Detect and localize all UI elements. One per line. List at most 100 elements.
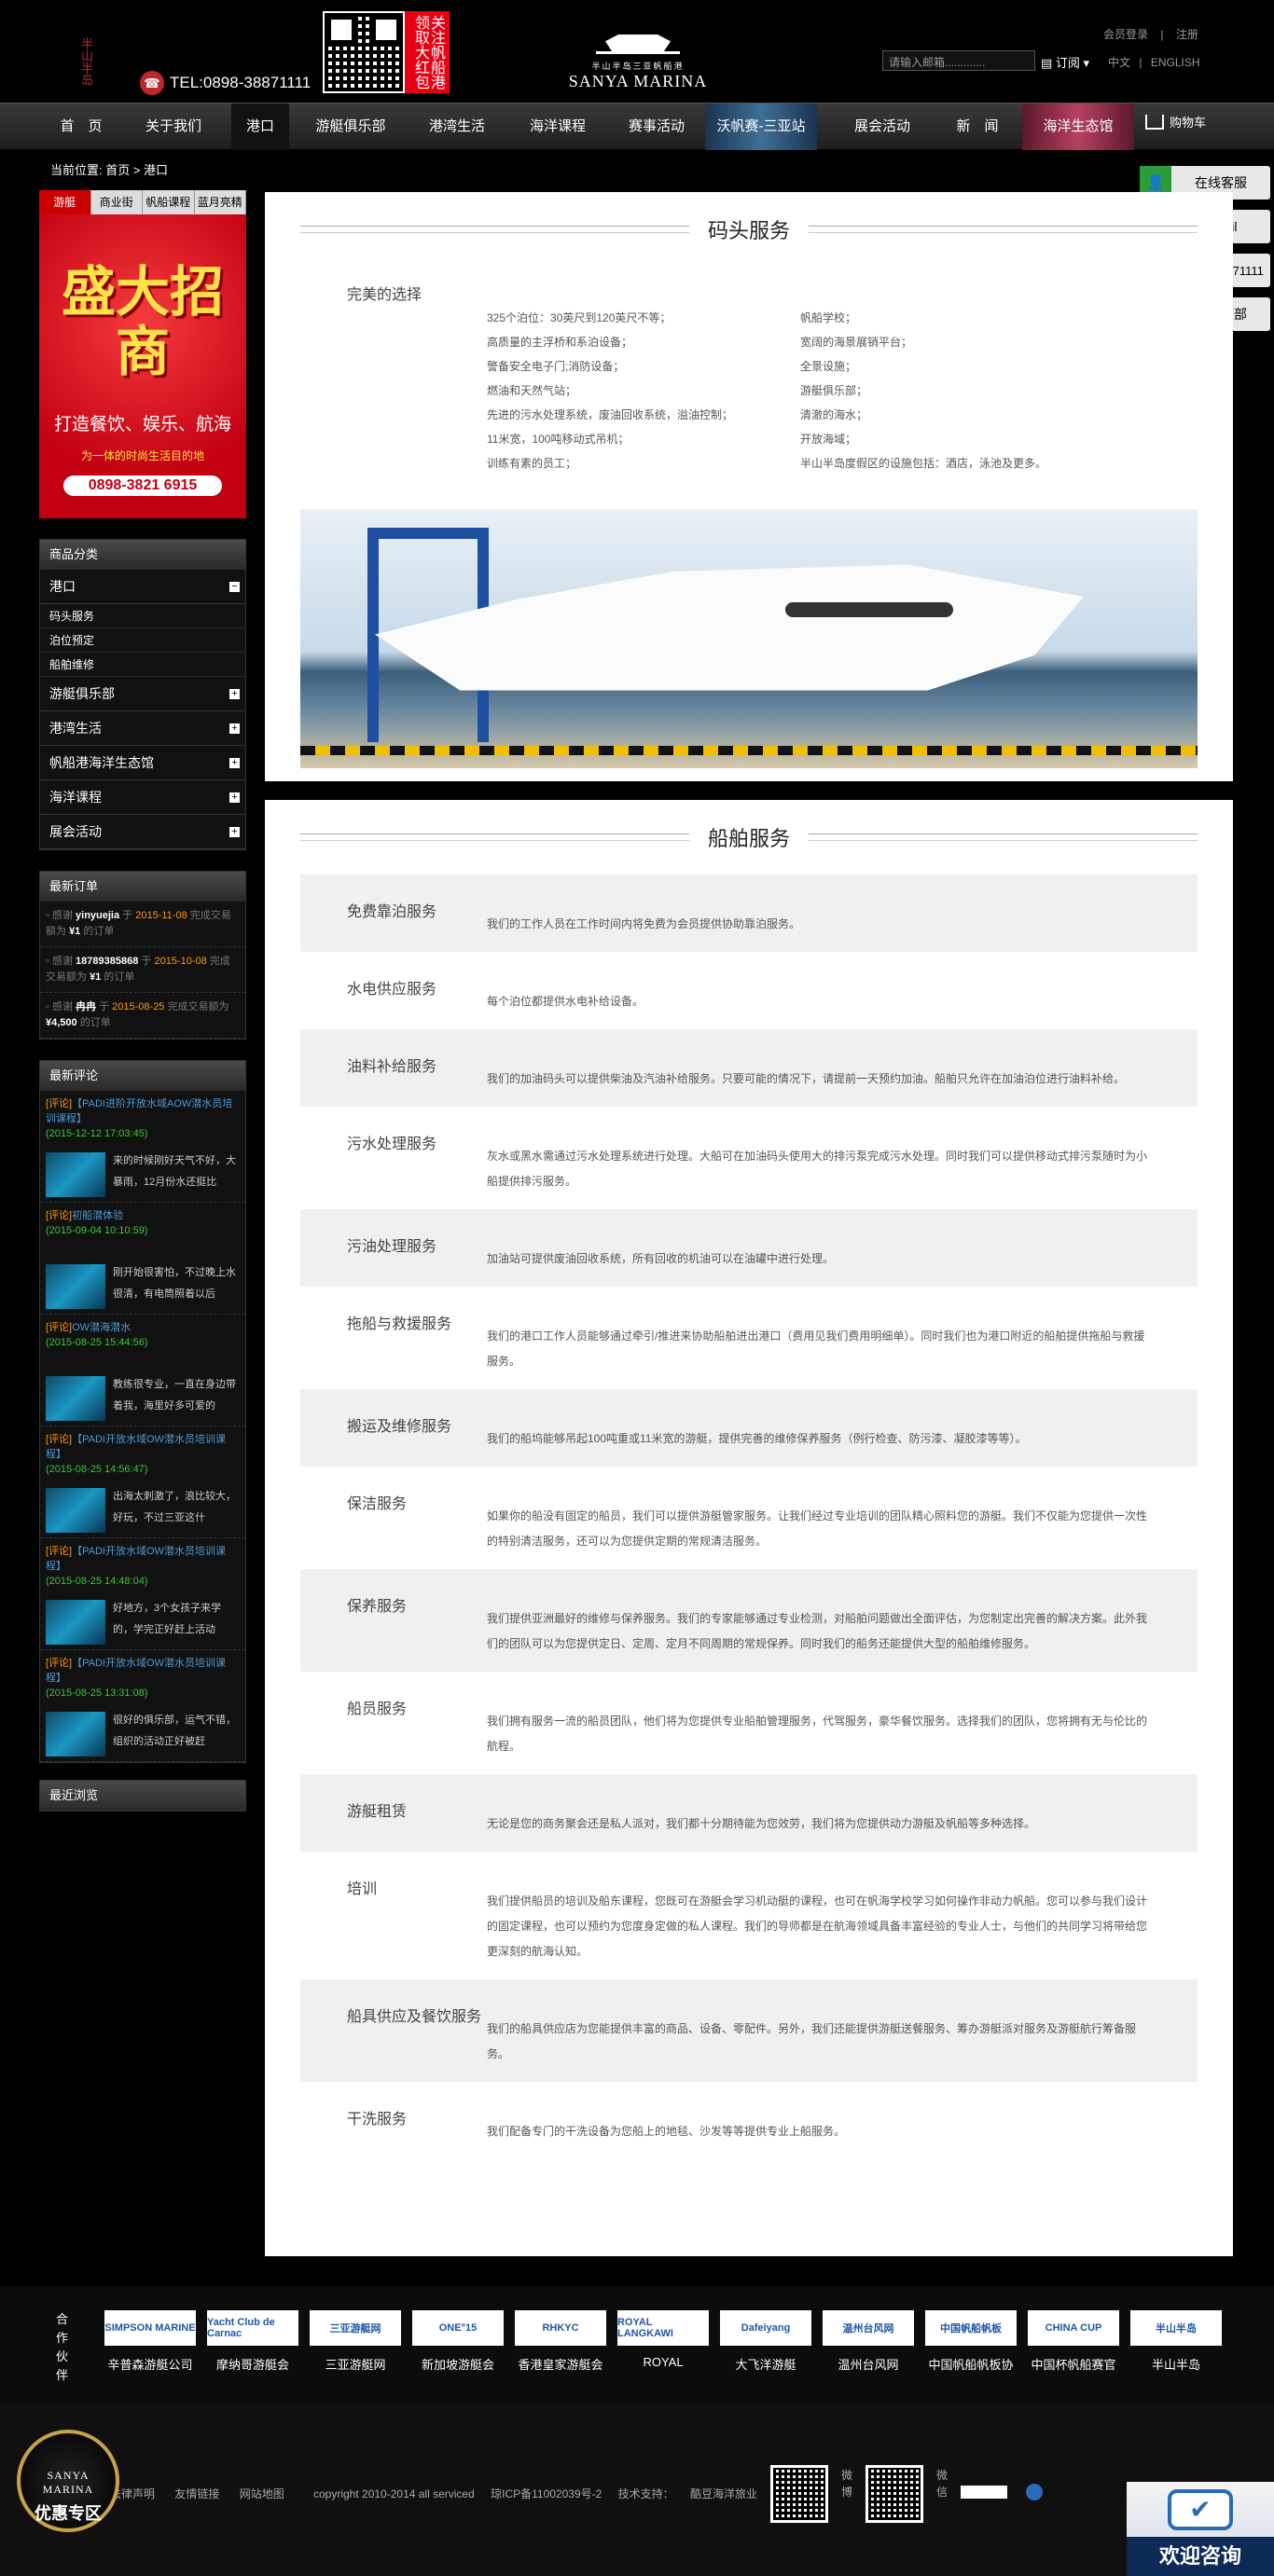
comment-item[interactable]: [评论]【PADI进阶开放水域AOW潜水员培训课程】 (2015-12-12 17… [40, 1091, 245, 1203]
subscribe-email-input[interactable]: 请输入邮箱............. [882, 50, 1035, 71]
lang-en[interactable]: ENGLISH [1151, 56, 1200, 69]
nav-events[interactable]: 赛事活动 [612, 103, 701, 150]
order-date: 2015-11-08 [135, 910, 187, 921]
partner-item[interactable]: Yacht Club de Carnac 摩纳哥游艇会 [207, 2310, 298, 2373]
partner-item[interactable]: Dafeiyang 大飞洋游艇 [720, 2310, 811, 2373]
partner-item[interactable]: 温州台风网 温州台风网 [823, 2310, 914, 2373]
service-description: 我们的船坞能够吊起100吨重或11米宽的游艇，提供完善的维修保养服务（例行检查、… [487, 1432, 1027, 1445]
promo-tab[interactable]: 帆船课程 [143, 190, 195, 214]
expand-icon[interactable]: + [229, 827, 240, 837]
service-heading: 免费靠泊服务 [347, 904, 437, 920]
expand-icon[interactable]: + [229, 758, 240, 768]
brand-logo[interactable]: 半山半岛三亚帆船港 SANYA MARINA [556, 17, 720, 91]
expand-icon[interactable]: + [229, 723, 240, 734]
category-label: 港湾生活 [49, 721, 102, 736]
comment-item[interactable]: [评论]OW潜海潜水 (2015-08-25 15:44:56) 教练很专业，一直在… [40, 1315, 245, 1426]
nav-port[interactable]: 港口 [231, 103, 289, 150]
service-item: 船员服务 我们拥有服务一流的船员团队，他们将为您提供专业船舶管理服务，代驾服务，豪… [300, 1672, 1198, 1774]
collapse-icon[interactable]: − [229, 582, 240, 592]
icp-text[interactable]: 琼ICP备11002039号-2 [491, 2487, 602, 2500]
sidebar: 游艇 商业街 帆船课程 蓝月亮精 盛大招商 打造餐饮、娱乐、航海 为一体的时尚生… [39, 190, 246, 1811]
comment-item[interactable]: [评论]【PADI开放水域OW潜水员培训课程】 (2015-08-25 14:56… [40, 1426, 245, 1538]
consult-widget[interactable]: ✔ 欢迎咨询 [1127, 2482, 1274, 2576]
feature-item: 警备安全电子门;消防设备； [487, 360, 625, 373]
nav-news[interactable]: 新 闻 [936, 103, 1018, 150]
feature-list-left: 325个泊位：30英尺到120英尺不等； 高质量的主浮桥和系泊设备； 警备安全电… [487, 306, 733, 475]
comment-link[interactable]: 【PADI开放水域OW潜水员培训课程】 [46, 1546, 226, 1572]
wechat-promo[interactable]: 关注帆船港 领取大红包 [323, 11, 450, 93]
discount-zone-badge[interactable]: SANYA MARINA 优惠专区 [17, 2430, 119, 2532]
comment-time: (2015-12-12 17:03:45) [46, 1128, 148, 1139]
lang-cn[interactable]: 中文 [1108, 56, 1130, 69]
comment-item[interactable]: [评论]【PADI开放水域OW潜水员培训课程】 (2015-08-25 13:31… [40, 1650, 245, 1762]
comment-link[interactable]: 【PADI开放水域OW潜水员培训课程】 [46, 1434, 226, 1460]
comment-thumbnail[interactable] [46, 1600, 105, 1645]
subscribe-label: 订阅 [1055, 56, 1080, 70]
promo-tab[interactable]: 商业街 [91, 190, 143, 214]
yacht-window-shape [785, 602, 953, 617]
cnzz-badge-icon[interactable] [961, 2486, 1007, 2499]
expand-icon[interactable]: + [229, 689, 240, 699]
nav-volvo-race[interactable]: 沃帆赛-三亚站 [705, 103, 817, 150]
nav-home[interactable]: 首 页 [37, 103, 125, 150]
promo-tab[interactable]: 蓝月亮精 [195, 190, 246, 214]
partner-name: 新加坡游艇会 [421, 2358, 494, 2372]
subcategory-dock[interactable]: 码头服务 [40, 604, 245, 628]
login-link[interactable]: 会员登录 [1103, 28, 1148, 41]
partner-item[interactable]: 半山半岛 半山半岛 [1130, 2310, 1222, 2373]
comment-item[interactable]: [评论]【PADI开放水域OW潜水员培训课程】 (2015-08-25 14:48… [40, 1538, 245, 1650]
comment-link[interactable]: 初船潜体验 [72, 1210, 123, 1221]
subcategory-repair[interactable]: 船舶维修 [40, 653, 245, 677]
nav-about[interactable]: 关于我们 [129, 103, 218, 150]
partner-item[interactable]: 三亚游艇网 三亚游艇网 [310, 2310, 401, 2373]
partner-item[interactable]: RHKYC 香港皇家游艇会 [515, 2310, 606, 2373]
category-label: 帆船港海洋生态馆 [49, 755, 154, 770]
service-item: 污水处理服务 灰水或黑水需通过污水处理系统进行处理。大船可在加油码头使用大的排污泵… [300, 1107, 1198, 1209]
comment-link[interactable]: 【PADI开放水域OW潜水员培训课程】 [46, 1658, 226, 1684]
comment-thumbnail[interactable] [46, 1264, 105, 1309]
partner-item[interactable]: CHINA CUP 中国杯帆船赛官 [1028, 2310, 1119, 2373]
comment-link[interactable]: 【PADI进阶开放水域AOW潜水员培训课程】 [46, 1098, 232, 1124]
cart-button[interactable]: 购物车 [1145, 113, 1206, 131]
comment-thumbnail[interactable] [46, 1152, 105, 1197]
service-item: 培训 我们提供船员的培训及船东课程，您既可在游艇会学习机动艇的课程，也可在帆海学校… [300, 1852, 1198, 1979]
expand-icon[interactable]: + [229, 792, 240, 803]
promo-banner[interactable]: 盛大招商 打造餐饮、娱乐、航海 为一体的时尚生活目的地 0898-3821 69… [39, 214, 246, 518]
comment-thumbnail[interactable] [46, 1488, 105, 1533]
order-pre: ▫ 感谢 [46, 956, 73, 967]
category-ocean-course[interactable]: 海洋课程 + [40, 780, 245, 815]
partner-item[interactable]: SIMPSON MARINE 辛普森游艇公司 [104, 2310, 196, 2373]
friend-link[interactable]: 友情链接 [174, 2487, 219, 2500]
comment-thumbnail[interactable] [46, 1712, 105, 1756]
nav-ocean-course[interactable]: 海洋课程 [513, 103, 602, 150]
comment-link[interactable]: OW潜海潜水 [72, 1322, 131, 1333]
sitemap-link[interactable]: 网站地图 [240, 2487, 284, 2500]
service-description: 我们提供船员的培训及船东课程，您既可在游艇会学习机动艇的课程，也可在帆海学校学习… [487, 1894, 1148, 1958]
promo-line: 为一体的时尚生活目的地 [80, 449, 204, 462]
subscribe-button[interactable]: ▤ 订阅 ▾ [1041, 53, 1089, 71]
promo-tab[interactable]: 游艇 [39, 190, 91, 214]
category-ocean-museum[interactable]: 帆船港海洋生态馆 + [40, 746, 245, 780]
partner-item[interactable]: ROYAL LANGKAWI ROYAL [617, 2310, 709, 2369]
category-port[interactable]: 港口 − [40, 570, 245, 604]
section-title: 码头服务 [688, 214, 809, 244]
comment-item[interactable]: [评论]初船潜体验 (2015-09-04 10:10:59) 刚开始很害怕，不过晚… [40, 1203, 245, 1315]
partner-item[interactable]: ONE°15 新加坡游艇会 [412, 2310, 504, 2373]
support-link[interactable]: 酷豆海洋旅业 [690, 2487, 757, 2500]
logo-left[interactable]: 半山半岛 [78, 37, 92, 90]
nav-yacht-club[interactable]: 游艇俱乐部 [302, 103, 399, 150]
category-harbor-life[interactable]: 港湾生活 + [40, 711, 245, 746]
register-link[interactable]: 注册 [1176, 28, 1198, 41]
police-badge-icon[interactable] [1026, 2484, 1043, 2500]
comment-thumbnail[interactable] [46, 1376, 105, 1421]
category-yacht-club[interactable]: 游艇俱乐部 + [40, 677, 245, 711]
partner-item[interactable]: 中国帆船帆板 中国帆船帆板协 [925, 2310, 1017, 2373]
category-expo[interactable]: 展会活动 + [40, 815, 245, 849]
comment-text: 很好的俱乐部，运气不错，组织的活动正好被赶 [113, 1715, 236, 1747]
nav-expo[interactable]: 展会活动 [838, 103, 927, 150]
subcategory-berth[interactable]: 泊位预定 [40, 628, 245, 653]
nav-ocean-museum[interactable]: 海洋生态馆 [1022, 103, 1134, 150]
nav-harbor-life[interactable]: 港湾生活 [412, 103, 502, 150]
chat-bubble-icon: ✔ [1168, 2489, 1233, 2530]
service-heading: 拖船与救援服务 [347, 1316, 452, 1332]
